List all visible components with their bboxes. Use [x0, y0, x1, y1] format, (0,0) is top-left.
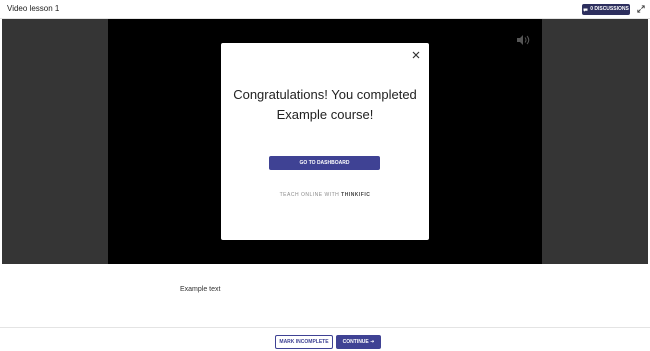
expand-icon[interactable] — [637, 5, 645, 13]
completion-headline: Congratulations! You completed Example c… — [233, 87, 417, 122]
lesson-title: Video lesson 1 — [7, 4, 60, 13]
continue-label: CONTINUE — [342, 339, 369, 345]
discussions-button[interactable]: 0 DISCUSSIONS — [582, 4, 630, 15]
discussions-label: 0 DISCUSSIONS — [590, 6, 629, 12]
arrow-right-icon: ➜ — [370, 339, 375, 345]
mark-incomplete-button[interactable]: MARK INCOMPLETE — [275, 335, 333, 349]
lesson-footer: MARK INCOMPLETE CONTINUE ➜ — [0, 327, 650, 351]
completion-modal: Congratulations! You completed Example c… — [221, 43, 429, 240]
close-icon[interactable] — [412, 51, 420, 59]
lesson-header: Video lesson 1 0 DISCUSSIONS — [0, 0, 650, 19]
volume-icon[interactable] — [516, 34, 530, 46]
continue-button[interactable]: CONTINUE ➜ — [336, 335, 381, 349]
lesson-content-text: Example text — [180, 286, 221, 293]
brand-name: THINKIFIC — [341, 192, 371, 198]
chat-bubble-icon — [583, 8, 588, 12]
powered-by[interactable]: TEACH ONLINE WITH THINKIFIC — [221, 192, 429, 198]
go-to-dashboard-button[interactable]: GO TO DASHBOARD — [269, 156, 380, 170]
powered-by-label: TEACH ONLINE WITH — [279, 192, 340, 198]
